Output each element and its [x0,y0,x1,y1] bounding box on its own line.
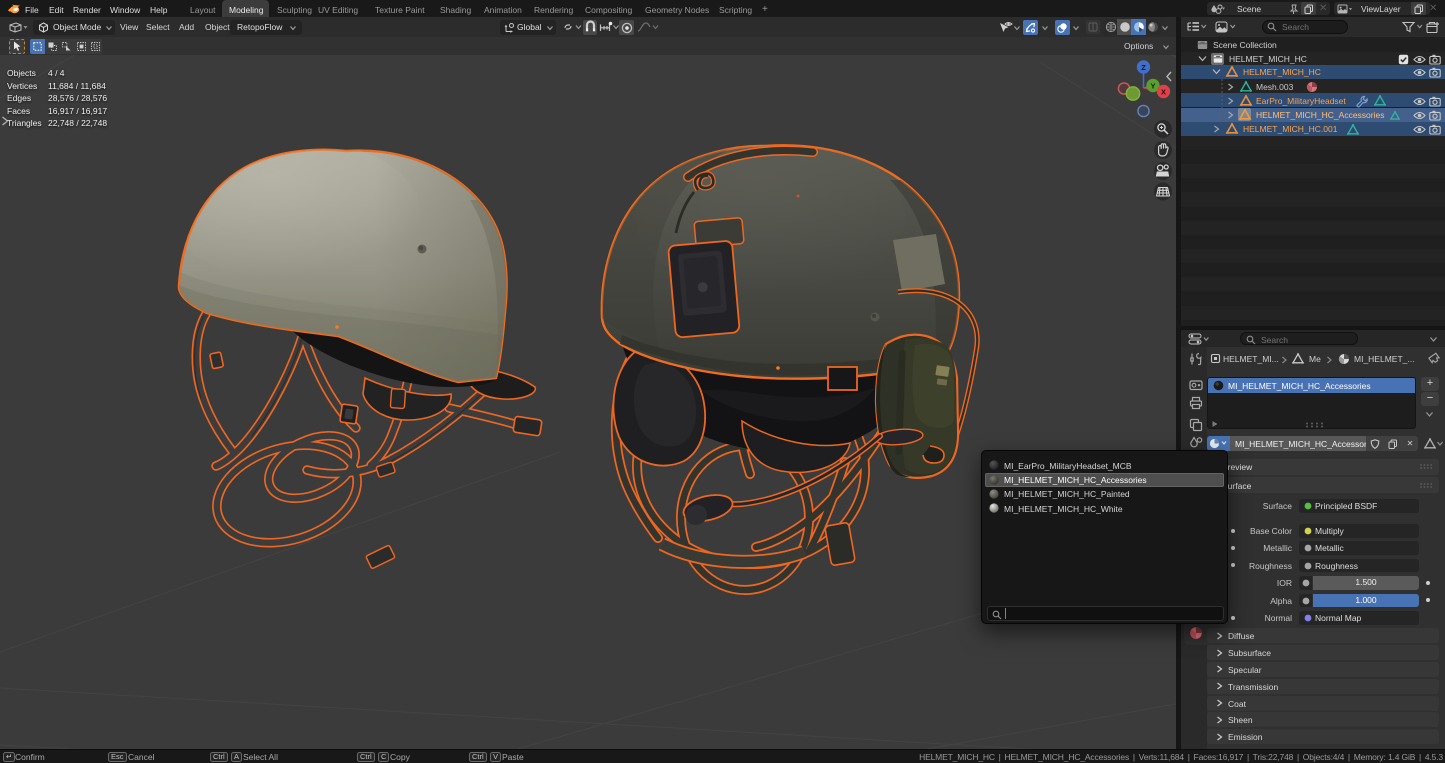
svg-text:X: X [1161,88,1166,97]
svg-text:Z: Z [1141,63,1146,72]
svg-text:Y: Y [1150,82,1155,91]
